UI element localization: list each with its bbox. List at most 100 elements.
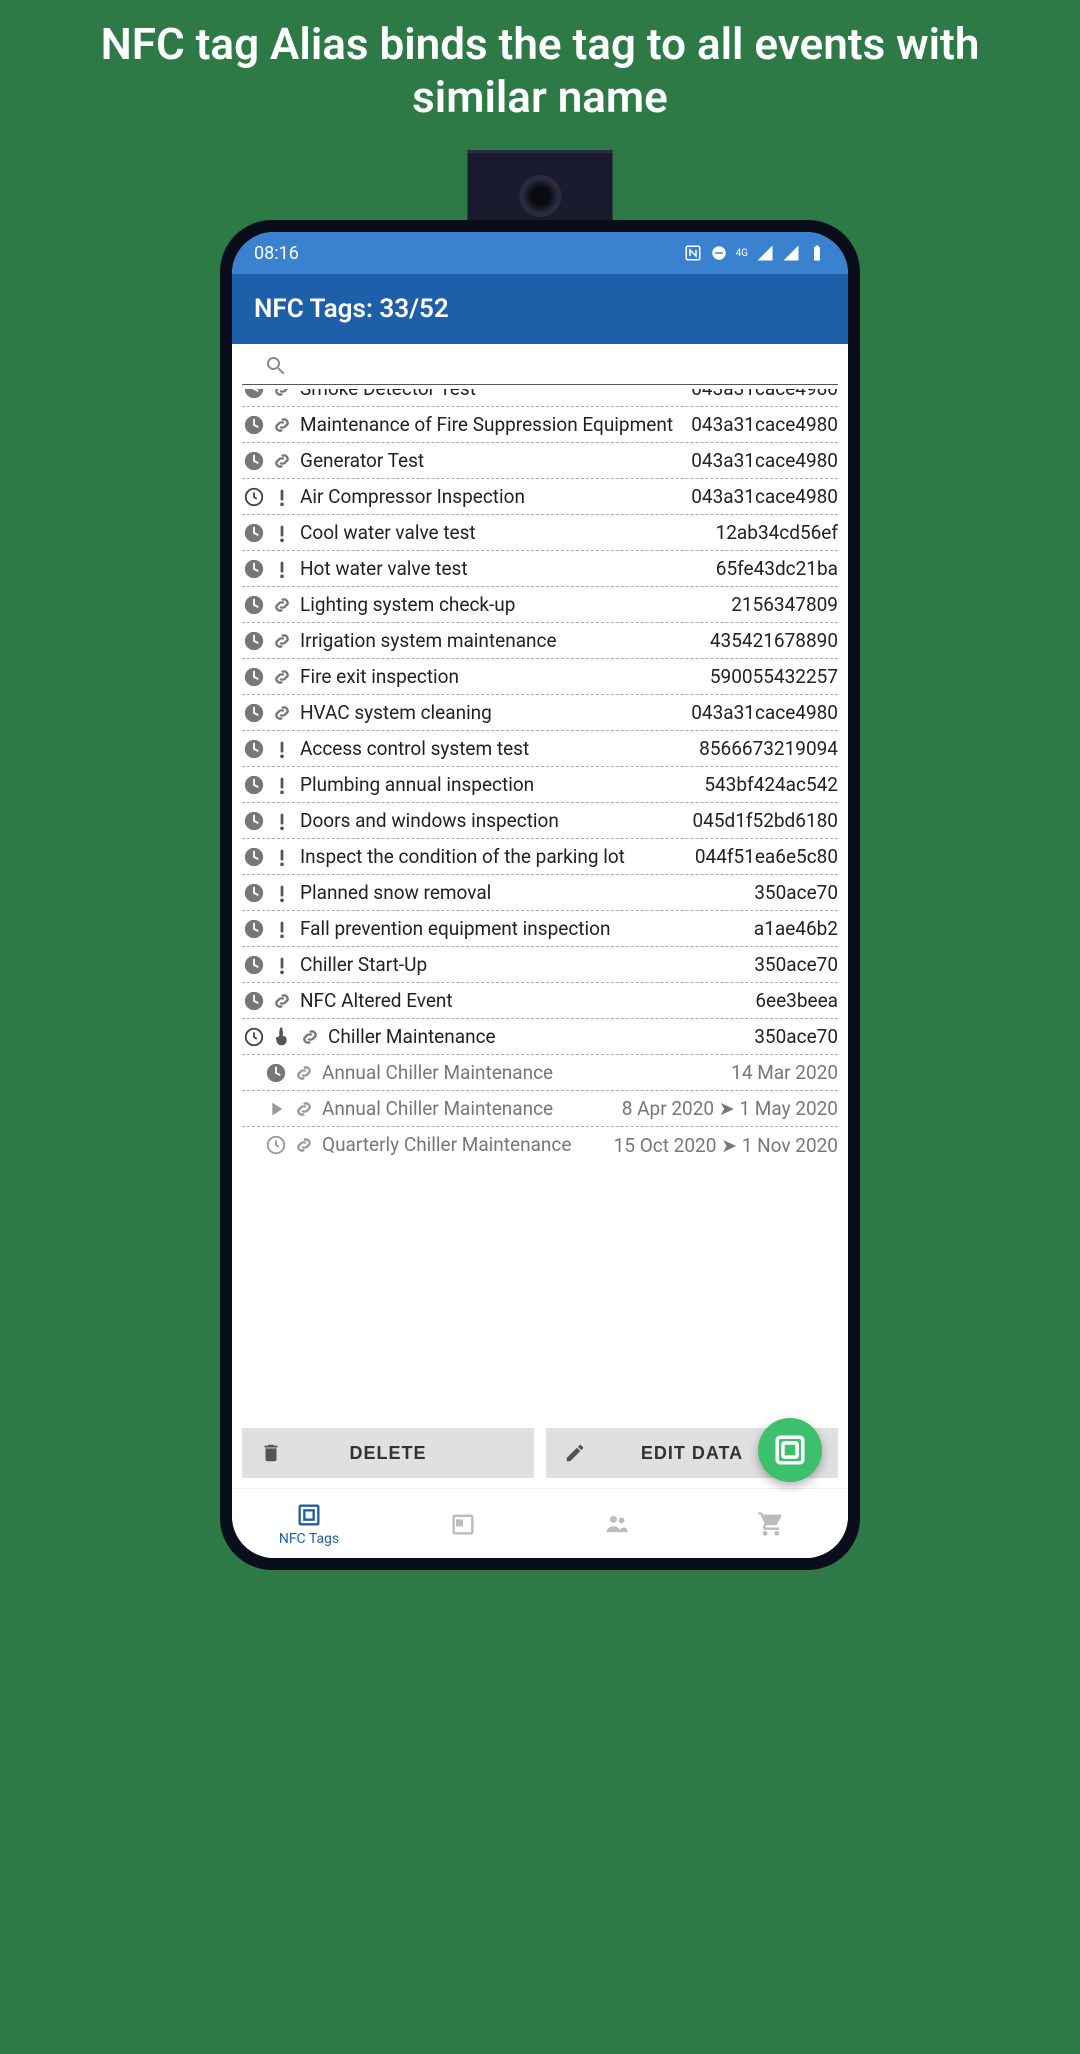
cart-nav-icon: [757, 1510, 785, 1538]
item-name: Irrigation system maintenance: [298, 630, 700, 652]
excl-icon: [270, 809, 294, 833]
list-item[interactable]: Generator Test043a31cace4980: [242, 443, 838, 479]
item-name: Generator Test: [298, 450, 681, 472]
link-icon: [270, 389, 294, 401]
clock-filled-icon: [242, 809, 266, 833]
signal-icon: [756, 244, 774, 262]
list-item[interactable]: Access control system test8566673219094: [242, 731, 838, 767]
promo-headline: NFC tag Alias binds the tag to all event…: [0, 0, 1080, 124]
link-icon: [270, 449, 294, 473]
tag-list[interactable]: Smoke Detector Test043a31cace4980Mainten…: [232, 389, 848, 1418]
nav-nfc-tags[interactable]: NFC Tags: [232, 1489, 386, 1558]
pencil-icon: [564, 1442, 586, 1464]
search-input[interactable]: [242, 344, 838, 385]
item-name: Cool water valve test: [298, 522, 706, 544]
clock-filled-icon: [242, 413, 266, 437]
list-item[interactable]: Plumbing annual inspection543bf424ac542: [242, 767, 838, 803]
item-name: Planned snow removal: [298, 882, 744, 904]
clock-outline-gray-icon: [264, 1133, 288, 1157]
delete-button[interactable]: DELETE: [242, 1428, 534, 1478]
excl-icon: [270, 485, 294, 509]
clock-filled-icon: [242, 629, 266, 653]
clock-filled-icon: [242, 881, 266, 905]
item-value: 043a31cace4980: [685, 449, 838, 472]
play-icon: [264, 1097, 288, 1121]
clock-filled-icon: [242, 773, 266, 797]
item-name: Inspect the condition of the parking lot: [298, 846, 685, 868]
item-value: 14 Mar 2020: [725, 1061, 838, 1084]
item-name: Quarterly Chiller Maintenance: [320, 1134, 604, 1156]
list-item[interactable]: Annual Chiller Maintenance14 Mar 2020: [242, 1055, 838, 1091]
item-value: 350ace70: [748, 1025, 838, 1048]
clock-filled-icon: [264, 1061, 288, 1085]
app-bar: NFC Tags: 33/52: [232, 274, 848, 344]
list-item[interactable]: Chiller Start-Up350ace70: [242, 947, 838, 983]
clock-outline-icon: [242, 485, 266, 509]
clock-filled-icon: [242, 557, 266, 581]
item-name: Annual Chiller Maintenance: [320, 1062, 721, 1084]
link-gray-icon: [292, 1133, 316, 1157]
page-title: NFC Tags: 33/52: [254, 294, 449, 324]
item-value: 043a31cace4980: [685, 485, 838, 508]
item-name: Air Compressor Inspection: [298, 486, 681, 508]
item-value: 350ace70: [748, 881, 838, 904]
list-item[interactable]: Lighting system check-up2156347809: [242, 587, 838, 623]
item-name: Doors and windows inspection: [298, 810, 683, 832]
list-item[interactable]: Cool water valve test12ab34cd56ef: [242, 515, 838, 551]
item-name: Fall prevention equipment inspection: [298, 918, 744, 940]
list-item[interactable]: Doors and windows inspection045d1f52bd61…: [242, 803, 838, 839]
clock-filled-icon: [242, 953, 266, 977]
signal-icon-2: [782, 244, 800, 262]
item-value: 043a31cace4980: [685, 413, 838, 436]
excl-icon: [270, 557, 294, 581]
nfc-fab[interactable]: [758, 1418, 822, 1482]
clock-filled-icon: [242, 593, 266, 617]
action-row: DELETE EDIT DATA: [232, 1418, 848, 1488]
list-item[interactable]: Maintenance of Fire Suppression Equipmen…: [242, 407, 838, 443]
signal-4g-icon: 4G: [736, 248, 748, 259]
item-value: 6ee3beea: [749, 989, 838, 1012]
list-item[interactable]: Planned snow removal350ace70: [242, 875, 838, 911]
delete-label: DELETE: [349, 1443, 426, 1464]
calendar-nav-icon: [449, 1510, 477, 1538]
link-gray-icon: [292, 1097, 316, 1121]
item-name: Fire exit inspection: [298, 666, 700, 688]
clock-filled-icon: [242, 917, 266, 941]
nav-people[interactable]: [540, 1489, 694, 1558]
link-icon: [270, 593, 294, 617]
item-name: NFC Altered Event: [298, 990, 745, 1012]
clock-filled-icon: [242, 845, 266, 869]
item-name: Chiller Maintenance: [326, 1026, 744, 1048]
list-item[interactable]: Air Compressor Inspection043a31cace4980: [242, 479, 838, 515]
nav-calendar[interactable]: [386, 1489, 540, 1558]
list-item[interactable]: Quarterly Chiller Maintenance15 Oct 2020…: [242, 1127, 838, 1163]
clock-filled-icon: [242, 989, 266, 1013]
clock-filled-icon: [242, 701, 266, 725]
item-name: Access control system test: [298, 738, 689, 760]
list-item[interactable]: Fall prevention equipment inspectiona1ae…: [242, 911, 838, 947]
item-value: 590055432257: [704, 665, 838, 688]
list-item[interactable]: Irrigation system maintenance43542167889…: [242, 623, 838, 659]
item-value: 8566673219094: [693, 737, 838, 760]
item-name: Hot water valve test: [298, 558, 706, 580]
status-icons: 4G: [684, 244, 826, 262]
trash-icon: [260, 1442, 282, 1464]
list-item[interactable]: Fire exit inspection590055432257: [242, 659, 838, 695]
status-time: 08:16: [254, 243, 299, 264]
item-name: Chiller Start-Up: [298, 954, 744, 976]
list-item[interactable]: Smoke Detector Test 043a31cace4980: [242, 389, 838, 407]
list-item[interactable]: HVAC system cleaning043a31cace4980: [242, 695, 838, 731]
list-item[interactable]: Chiller Maintenance350ace70: [242, 1019, 838, 1055]
nav-cart[interactable]: [694, 1489, 848, 1558]
item-name: Plumbing annual inspection: [298, 774, 694, 796]
list-item[interactable]: Annual Chiller Maintenance8 Apr 2020 ➤ 1…: [242, 1091, 838, 1127]
item-name: Maintenance of Fire Suppression Equipmen…: [298, 414, 681, 436]
status-bar: 08:16 4G: [232, 232, 848, 274]
list-item[interactable]: NFC Altered Event6ee3beea: [242, 983, 838, 1019]
list-item[interactable]: Inspect the condition of the parking lot…: [242, 839, 838, 875]
clock-outline-icon: [242, 1025, 266, 1049]
list-item[interactable]: Hot water valve test65fe43dc21ba: [242, 551, 838, 587]
item-name: Smoke Detector Test: [298, 389, 681, 399]
link-icon: [270, 989, 294, 1013]
item-value: 043a31cace4980: [685, 389, 838, 400]
